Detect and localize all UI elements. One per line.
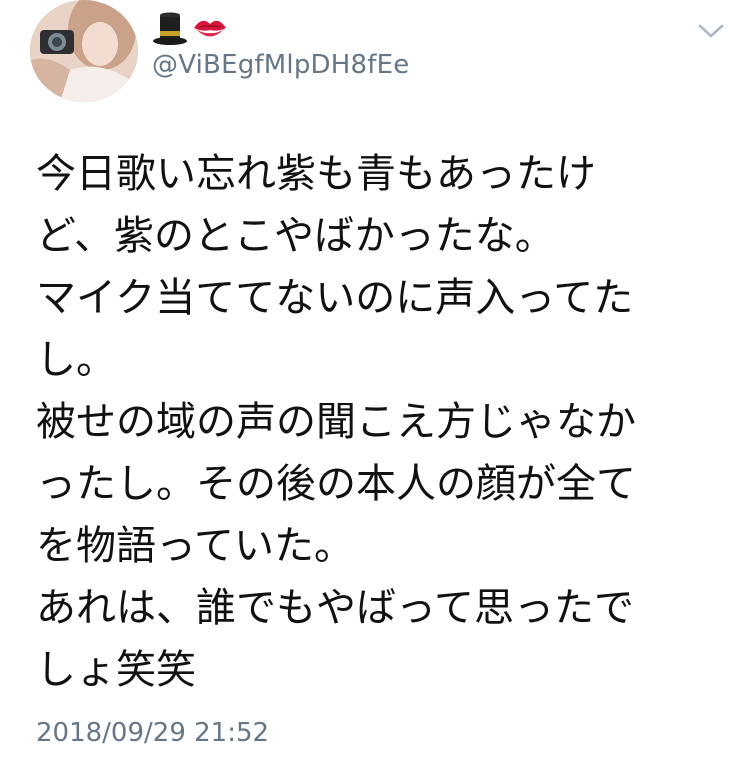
display-name[interactable] bbox=[152, 8, 230, 48]
user-handle[interactable]: @ViBEgfMlpDH8fEe bbox=[152, 50, 409, 80]
top-hat-icon bbox=[153, 12, 187, 45]
profile-photo bbox=[30, 0, 138, 102]
tweet-text-line: ど、紫のとこやばかったな。 bbox=[36, 213, 555, 259]
tweet-text-line: あれは、誰でもやばって思ったで bbox=[36, 585, 634, 631]
tweet-text-line: を物語っていた。 bbox=[36, 523, 354, 569]
chevron-down-icon[interactable] bbox=[697, 20, 725, 42]
timestamp[interactable]: 2018/09/29 21:52 bbox=[36, 718, 269, 748]
tweet-text-line: ったし。その後の本人の顔が全て bbox=[36, 461, 636, 507]
tweet-text-line: 被せの域の声の聞こえ方じゃなか bbox=[36, 399, 636, 445]
tweet-text-line: し。 bbox=[36, 337, 116, 383]
kiss-mark-icon bbox=[194, 20, 226, 37]
tweet-text-line: しょ笑笑 bbox=[36, 647, 196, 693]
tweet-text-line: マイク当ててないのに声入ってた bbox=[36, 275, 634, 321]
tweet-text: 今日歌い忘れ紫も青もあったけ ど、紫のとこやばかったな。 マイク当ててないのに声… bbox=[36, 143, 726, 701]
avatar[interactable] bbox=[30, 0, 138, 102]
tweet-card: @ViBEgfMlpDH8fEe 今日歌い忘れ紫も青もあったけ ど、紫のとこやば… bbox=[0, 0, 750, 765]
tweet-text-line: 今日歌い忘れ紫も青もあったけ bbox=[36, 151, 596, 197]
